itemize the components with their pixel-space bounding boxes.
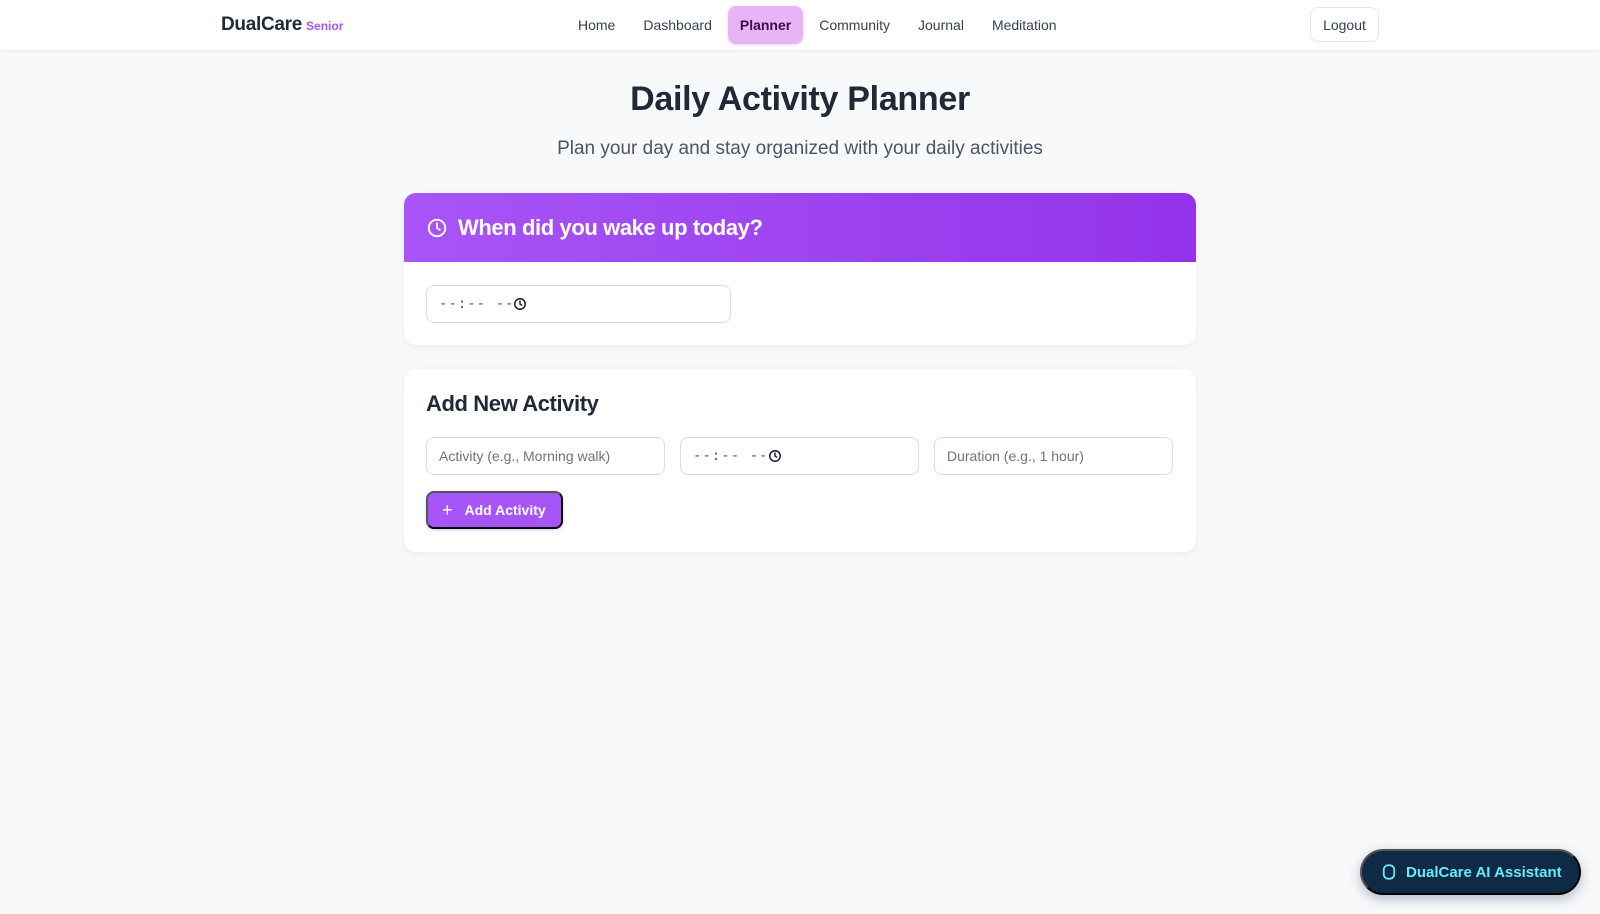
nav-item-dashboard[interactable]: Dashboard [631, 6, 724, 44]
activity-duration-placeholder: Duration (e.g., 1 hour) [947, 448, 1084, 464]
main-nav: Home Dashboard Planner Community Journal… [566, 6, 1069, 44]
nav-item-community[interactable]: Community [807, 6, 902, 44]
wake-card-title: When did you wake up today? [458, 214, 763, 240]
activity-time-value: --:-- -- [693, 448, 769, 464]
activity-time-input[interactable]: --:-- -- [680, 437, 919, 475]
nav-item-planner[interactable]: Planner [727, 6, 804, 44]
page-title: Daily Activity Planner [630, 80, 970, 118]
brand-tag: Senior [306, 19, 344, 33]
plus-icon: + [442, 500, 453, 520]
bot-icon [1380, 863, 1398, 881]
wake-time-card: When did you wake up today? --:-- -- [404, 193, 1196, 345]
activity-name-placeholder: Activity (e.g., Morning walk) [439, 448, 611, 464]
ai-assistant-label: DualCare AI Assistant [1406, 863, 1562, 881]
add-activity-card: Add New Activity Activity (e.g., Morning… [404, 369, 1196, 552]
clock-icon[interactable] [768, 449, 782, 463]
activity-duration-input[interactable]: Duration (e.g., 1 hour) [934, 437, 1173, 475]
wake-card-header: When did you wake up today? [404, 193, 1196, 262]
wake-time-input[interactable]: --:-- -- [426, 285, 731, 323]
clock-icon [426, 217, 448, 239]
activity-name-input[interactable]: Activity (e.g., Morning walk) [426, 437, 665, 475]
page-subtitle: Plan your day and stay organized with yo… [557, 138, 1043, 159]
nav-item-journal[interactable]: Journal [906, 6, 976, 44]
logout-button[interactable]: Logout [1310, 7, 1379, 42]
add-activity-button-label: Add Activity [464, 502, 546, 518]
brand-logo[interactable]: DualCare Senior [221, 14, 343, 36]
ai-assistant-button[interactable]: DualCare AI Assistant [1360, 849, 1581, 895]
nav-item-meditation[interactable]: Meditation [980, 6, 1069, 44]
wake-time-value: --:-- -- [439, 296, 515, 312]
clock-icon[interactable] [513, 297, 527, 311]
top-navbar: DualCare Senior Home Dashboard Planner C… [0, 0, 1600, 51]
nav-item-home[interactable]: Home [566, 6, 627, 44]
add-activity-button[interactable]: + Add Activity [426, 491, 563, 529]
add-activity-title: Add New Activity [426, 391, 599, 416]
brand-name: DualCare [221, 14, 303, 35]
